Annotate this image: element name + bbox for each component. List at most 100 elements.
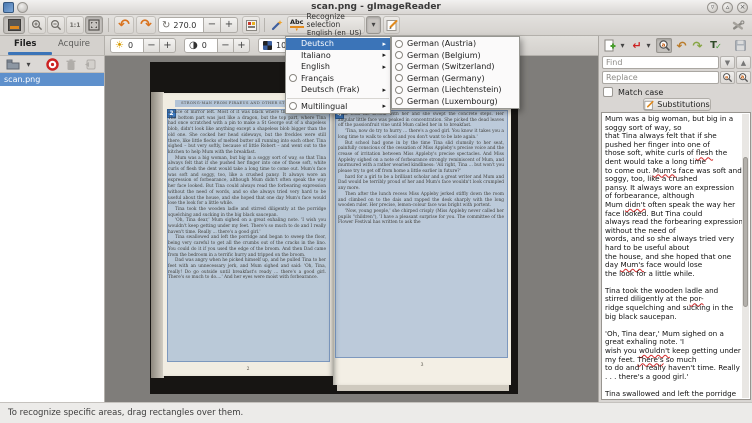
menu-item-multilingual[interactable]: Multilingual▸: [286, 101, 390, 113]
radio-icon: [395, 63, 403, 71]
strip-linebreaks-icon: ↵: [632, 39, 641, 52]
rotation-increment-button[interactable]: +: [221, 17, 238, 33]
output-panel: ▾ ↵ ▾ a ↶ ↷ T✓: [598, 36, 752, 402]
remove-icon: [84, 59, 96, 70]
text-scrollbar[interactable]: [742, 114, 749, 398]
ocr-text-area[interactable]: Mum was a big woman, but big in a soggy …: [601, 112, 751, 400]
close-button[interactable]: ×: [737, 2, 748, 13]
contrast-spinbox[interactable]: ◑ 0: [184, 38, 218, 53]
text-line: always read the forbearing expression wi…: [605, 218, 743, 235]
text-line: wish you w0uldn't keep getting under my …: [605, 347, 743, 364]
replace-all-button[interactable]: a: [736, 71, 751, 84]
clear-images-button[interactable]: [82, 57, 98, 72]
menu-item-deutsch[interactable]: Deutsch▸: [286, 38, 390, 50]
book-paragraph: Tina took the broom with her and she swe…: [338, 112, 504, 129]
maximize-button[interactable]: ▵: [722, 2, 733, 13]
redo-button[interactable]: ↷: [690, 38, 705, 53]
zoom-original-button[interactable]: 1:1: [66, 16, 84, 34]
display-options-button[interactable]: [242, 16, 260, 34]
submenu-arrow-icon: ▸: [382, 40, 386, 48]
edit-mode-button[interactable]: [383, 16, 400, 34]
contrast-decrement-button[interactable]: −: [218, 38, 234, 53]
autolayout-button[interactable]: [268, 16, 285, 34]
minimize-button[interactable]: ▿: [707, 2, 718, 13]
menu-item-label: German (Liechtenstein): [407, 85, 515, 94]
brightness-spinbox[interactable]: ☀ 0: [110, 38, 144, 53]
recognize-button[interactable]: Abc ▾ Recognize selection English (en_US…: [287, 16, 365, 34]
add-images-dropdown[interactable]: ▾: [23, 57, 34, 72]
red-target-icon: [46, 58, 59, 71]
rotation-spinbox[interactable]: ↻ 270.0: [158, 17, 204, 33]
save-text-button[interactable]: [733, 38, 748, 53]
find-input[interactable]: [602, 56, 719, 69]
find-next-button[interactable]: ▼: [720, 56, 735, 69]
left-page-number: 2: [163, 367, 333, 372]
menu-item-german-switzerland[interactable]: German (Switzerland): [392, 61, 519, 73]
toggle-controls-button[interactable]: [3, 16, 25, 34]
magic-wand-icon: [270, 19, 283, 32]
tools-icon: [731, 19, 745, 32]
menu-item-label: Multilingual: [301, 102, 379, 111]
tab-files[interactable]: Files: [14, 39, 36, 49]
menu-item-fran-ais[interactable]: Français▸: [286, 73, 390, 85]
book-paragraph: 'Now, young people,' she chirped crisply…: [338, 209, 504, 226]
find-replace-toggle[interactable]: a: [656, 38, 672, 53]
recognize-language-dropdown[interactable]: ▾: [366, 16, 381, 34]
menu-item-german-austria[interactable]: German (Austria): [392, 38, 519, 50]
text-line: ridge squelching and sucking in the big …: [605, 304, 743, 321]
menu-item-english[interactable]: English▸: [286, 61, 390, 73]
tab-acquire[interactable]: Acquire: [58, 39, 90, 49]
match-case-checkbox[interactable]: [603, 87, 613, 97]
rotate-left-button[interactable]: ↶: [114, 16, 134, 34]
replace-input[interactable]: [602, 71, 719, 84]
zoom-fit-button[interactable]: [85, 16, 103, 34]
contrast-increment-button[interactable]: +: [234, 38, 250, 53]
strip-linebreaks-dropdown[interactable]: ▾: [644, 38, 653, 53]
undo-button[interactable]: ↶: [674, 38, 689, 53]
brightness-increment-button[interactable]: +: [160, 38, 176, 53]
menu-item-german-germany[interactable]: German (Germany): [392, 73, 519, 85]
brightness-icon: ☀: [115, 40, 124, 51]
spellcheck-button[interactable]: T✓: [706, 38, 721, 53]
menu-item-label: Deutsch (Frak): [301, 85, 379, 94]
screenshot-button[interactable]: [44, 57, 60, 72]
rotation-decrement-button[interactable]: −: [204, 17, 221, 33]
zoom-out-button[interactable]: [47, 16, 65, 34]
toolbar-separator: [264, 18, 265, 32]
redo-icon: ↷: [692, 39, 702, 53]
add-images-button[interactable]: [4, 57, 22, 72]
menu-item-italiano[interactable]: Italiano▸: [286, 50, 390, 62]
replace-button[interactable]: a: [720, 71, 735, 84]
replace-icon: a: [722, 72, 733, 83]
zoom-in-button[interactable]: [28, 16, 46, 34]
substitutions-button[interactable]: Substitutions: [643, 98, 711, 111]
radio-icon: [395, 86, 403, 94]
delete-image-button[interactable]: [63, 57, 79, 72]
find-previous-button[interactable]: ▲: [736, 56, 751, 69]
radio-icon: [395, 51, 403, 59]
brightness-value: 0: [128, 41, 133, 50]
rotate-right-icon: ↷: [140, 18, 152, 32]
scrollbar-thumb[interactable]: [743, 157, 748, 307]
zoom-original-icon: 1:1: [70, 22, 81, 29]
insert-mode-button[interactable]: [602, 38, 618, 53]
submenu-arrow-icon: ▸: [382, 63, 386, 71]
brightness-decrement-button[interactable]: −: [144, 38, 160, 53]
strip-linebreaks-button[interactable]: ↵: [630, 38, 644, 53]
radio-icon: [395, 97, 403, 105]
language-menu-items: Deutsch▸Italiano▸English▸Français▸Deutsc…: [286, 38, 390, 112]
replace-all-icon: a: [738, 72, 749, 83]
file-list-item[interactable]: scan.png: [0, 73, 104, 86]
insert-mode-dropdown[interactable]: ▾: [618, 38, 627, 53]
language-menu: Deutsch▸Italiano▸English▸Français▸Deutsc…: [285, 36, 391, 114]
menu-item-deutsch-frak[interactable]: Deutsch (Frak)▸: [286, 84, 390, 96]
rotate-right-button[interactable]: ↷: [136, 16, 156, 34]
submenu-arrow-icon: ▸: [382, 51, 386, 59]
left-page-text: a slice of mirror left. Most of it was b…: [168, 110, 326, 360]
text-line: Mum was a big woman, but big in a soggy …: [605, 115, 743, 132]
settings-button[interactable]: [728, 16, 747, 34]
menu-item-german-luxembourg[interactable]: German (Luxembourg): [392, 96, 519, 108]
files-panel-tabs: Files Acquire: [0, 36, 105, 56]
menu-item-german-liechtenstein[interactable]: German (Liechtenstein): [392, 84, 519, 96]
menu-item-german-belgium[interactable]: German (Belgium): [392, 50, 519, 62]
